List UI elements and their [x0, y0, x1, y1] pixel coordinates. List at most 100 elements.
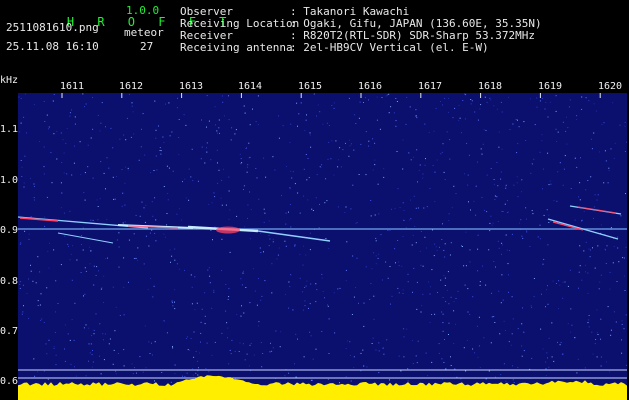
noise-speck [69, 115, 71, 117]
noise-speck [313, 93, 315, 95]
noise-speck [443, 274, 445, 276]
noise-speck [43, 101, 45, 102]
noise-speck [200, 321, 202, 323]
noise-speck [328, 141, 330, 143]
noise-speck [63, 152, 65, 154]
y-tick-label: 0.6 [0, 376, 19, 387]
noise-speck [284, 375, 286, 377]
hrofft-window: H R O F F T 1.0.0 2511081610.png meteor … [0, 0, 629, 400]
noise-speck [121, 169, 123, 170]
noise-speck [35, 282, 37, 284]
noise-speck [508, 274, 509, 276]
noise-speck [558, 308, 559, 310]
noise-speck [166, 224, 168, 226]
noise-speck [256, 177, 258, 179]
noise-speck [297, 338, 298, 340]
noise-speck [24, 155, 26, 157]
noise-speck [373, 252, 375, 254]
noise-speck [23, 182, 25, 184]
noise-speck [309, 249, 311, 251]
noise-speck [229, 349, 231, 351]
noise-speck [258, 198, 260, 200]
noise-speck [490, 215, 492, 217]
noise-speck [276, 258, 278, 260]
noise-speck [353, 367, 355, 369]
noise-speck [43, 370, 45, 372]
noise-speck [153, 170, 155, 171]
noise-speck [485, 130, 487, 131]
noise-speck [238, 351, 240, 352]
noise-speck [617, 236, 619, 238]
noise-speck [201, 308, 203, 310]
noise-speck [556, 200, 558, 202]
meteor-label: meteor [124, 26, 164, 39]
noise-speck [557, 131, 559, 133]
noise-speck [211, 354, 213, 356]
noise-speck [507, 263, 509, 265]
noise-speck [71, 174, 73, 176]
noise-speck [159, 150, 161, 151]
noise-speck [610, 227, 612, 229]
noise-speck [420, 264, 422, 266]
noise-speck [390, 106, 392, 108]
noise-speck [185, 338, 187, 340]
noise-speck [186, 336, 188, 338]
noise-speck [537, 236, 539, 238]
noise-speck [624, 151, 626, 152]
noise-speck [393, 112, 395, 114]
noise-speck [43, 166, 45, 168]
noise-speck [90, 250, 92, 252]
noise-speck [20, 122, 22, 124]
noise-speck [316, 174, 318, 176]
noise-speck [356, 222, 358, 224]
noise-speck [279, 346, 281, 348]
noise-speck [39, 141, 41, 142]
noise-speck [378, 342, 380, 344]
noise-speck [588, 319, 590, 321]
noise-speck [382, 347, 384, 349]
noise-speck [438, 343, 440, 345]
noise-speck [585, 241, 587, 243]
noise-speck [444, 243, 446, 245]
noise-speck [561, 354, 563, 355]
noise-speck [600, 224, 602, 226]
noise-speck [123, 257, 125, 259]
noise-speck [69, 112, 71, 114]
noise-speck [547, 152, 549, 154]
noise-speck [441, 311, 443, 313]
noise-speck [424, 123, 426, 125]
noise-speck [311, 208, 313, 210]
noise-speck [355, 287, 356, 288]
noise-speck [425, 352, 427, 354]
noise-speck [206, 126, 207, 128]
noise-speck [48, 128, 50, 130]
noise-speck [348, 155, 350, 157]
noise-speck [412, 291, 413, 293]
noise-speck [21, 166, 23, 168]
noise-speck [570, 308, 572, 310]
noise-speck [585, 264, 586, 266]
noise-speck [588, 100, 590, 102]
noise-speck [500, 374, 502, 376]
noise-speck [163, 233, 165, 235]
noise-speck [71, 279, 73, 281]
noise-speck [100, 161, 102, 163]
noise-speck [398, 261, 400, 263]
noise-speck [519, 222, 521, 224]
noise-speck [609, 271, 611, 273]
noise-speck [197, 360, 199, 362]
noise-speck [116, 239, 118, 241]
noise-speck [234, 133, 236, 135]
noise-speck [278, 115, 279, 117]
noise-speck [112, 286, 114, 288]
noise-speck [604, 150, 606, 152]
noise-speck [625, 246, 627, 248]
noise-speck [114, 198, 116, 200]
noise-speck [475, 214, 477, 216]
noise-speck [124, 204, 126, 206]
noise-speck [549, 101, 551, 103]
noise-speck [363, 102, 364, 103]
noise-speck [264, 212, 266, 214]
noise-speck [444, 256, 446, 258]
noise-speck [562, 184, 564, 186]
